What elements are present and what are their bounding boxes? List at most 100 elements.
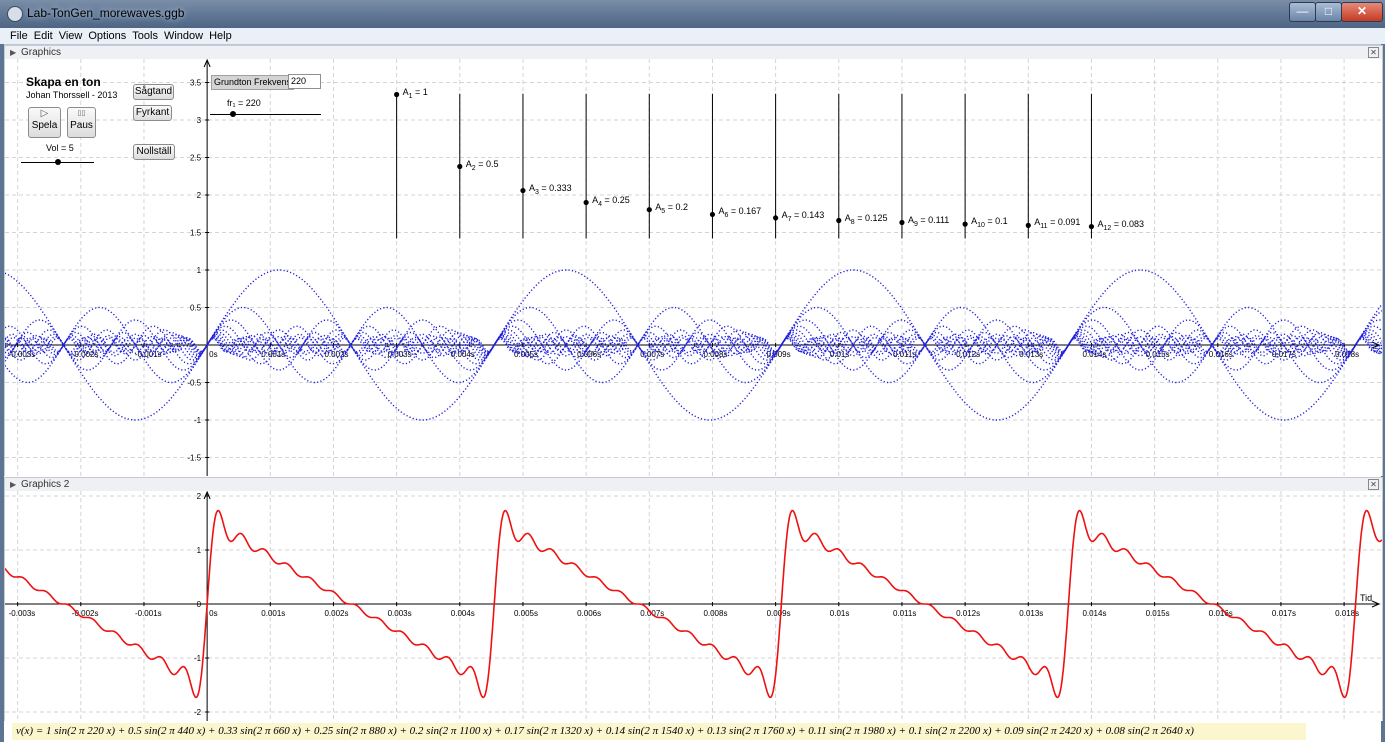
y-tick-label: 1 xyxy=(197,266,202,275)
pause-icon: ▯▯ xyxy=(77,110,86,117)
x-tick-label: 0.015s xyxy=(1146,609,1170,618)
x-tick-label: 0.001s xyxy=(261,609,285,618)
menu-tools[interactable]: Tools xyxy=(129,28,161,42)
formula-text: v(x) = 1 sin(2 π 220 x) + 0.5 sin(2 π 44… xyxy=(12,723,1306,740)
amplitude-label: A2 = 0.5 xyxy=(465,158,499,172)
y-tick-label: 3.5 xyxy=(190,79,202,88)
volume-slider-knob[interactable] xyxy=(54,159,61,165)
x-axis-label: Tid xyxy=(1360,593,1372,603)
y-tick-label: -1 xyxy=(194,416,202,425)
amplitude-label: A10 = 0.1 xyxy=(971,216,1008,229)
play-label: Spela xyxy=(31,120,58,131)
play-button[interactable]: ▷ Spela xyxy=(28,107,61,138)
x-tick-label: 0.003s xyxy=(388,609,412,618)
heading-text: Skapa en ton xyxy=(26,75,101,89)
graphics-panel-header: ▶ Graphics ✕ xyxy=(4,45,1383,60)
amplitude-slider-knob xyxy=(457,163,463,170)
frequency-caption: Grundton Frekvens xyxy=(211,75,295,90)
graphics-view[interactable]: -0.003s -0.002s -0.001s 0s 0.001s 0.002s 0.003… xyxy=(4,59,1383,476)
x-tick-label: 0s xyxy=(209,609,217,618)
x-tick-label: -0.002s xyxy=(72,609,99,618)
y-tick-label: -0.5 xyxy=(187,379,201,388)
x-tick-label: 0.012s xyxy=(956,609,980,618)
amplitude-label: A5 = 0.2 xyxy=(655,201,688,215)
x-tick-label: 0.004s xyxy=(451,609,475,618)
x-tick-label: 0.017s xyxy=(1272,609,1296,618)
pause-label: Paus xyxy=(70,120,93,131)
amplitude-slider-knob xyxy=(899,219,905,226)
x-tick-label: 0.002s xyxy=(324,609,348,618)
y-tick-label: 1 xyxy=(197,546,202,555)
x-tick-label: -0.003s xyxy=(9,609,36,618)
amplitude-label: A3 = 0.333 xyxy=(528,182,572,196)
x-tick-label: 0.008s xyxy=(703,609,727,618)
frequency-slider-label: fr₁ = 220 xyxy=(227,98,261,108)
pause-button[interactable]: ▯▯ Paus xyxy=(67,107,96,138)
amplitude-label: A9 = 0.111 xyxy=(907,214,950,228)
amplitude-slider-knob xyxy=(1088,223,1095,230)
amplitude-slider-knob xyxy=(836,217,842,224)
window-title: Lab-TonGen_morewaves.ggb xyxy=(27,6,185,20)
amplitude-label: A1 = 1 xyxy=(402,86,428,100)
amplitude-slider-knob xyxy=(583,199,589,206)
y-tick-label: 2.5 xyxy=(190,154,202,163)
graphics2-canvas[interactable]: -0.003s -0.002s -0.001s 0s 0.001s 0.002s 0.003… xyxy=(5,491,1382,721)
y-tick-label: 3 xyxy=(197,116,202,125)
x-tick-label: 0.013s xyxy=(1019,350,1043,359)
amplitude-slider-knob xyxy=(773,215,779,221)
square-wave-button[interactable]: Fyrkant xyxy=(133,105,172,121)
collapse-triangle-icon[interactable]: ▶ xyxy=(10,46,16,59)
x-tick-label: 0.011s xyxy=(893,609,916,618)
x-tick-label: 0.006s xyxy=(577,609,601,618)
x-tick-label: -0.001s xyxy=(135,609,162,618)
maximize-button[interactable]: □ xyxy=(1315,2,1342,22)
graphics2-view[interactable]: -0.003s -0.002s -0.001s 0s 0.001s 0.002s 0.003… xyxy=(4,491,1383,721)
amplitude-label: A11 = 0.091 xyxy=(1034,217,1081,231)
x-tick-label: 0.005s xyxy=(514,609,538,618)
graphics-panel-title: Graphics xyxy=(21,47,62,58)
amplitude-slider-knob xyxy=(520,187,526,194)
reset-button[interactable]: Nollställ xyxy=(133,144,175,160)
minimize-button[interactable]: — xyxy=(1289,2,1316,22)
y-tick-label: -2 xyxy=(194,708,202,717)
amplitude-label: A7 = 0.143 xyxy=(781,209,825,223)
amplitude-label: A4 = 0.25 xyxy=(592,194,630,208)
close-panel-icon[interactable]: ✕ xyxy=(1368,479,1379,490)
menu-edit[interactable]: Edit xyxy=(31,28,56,42)
amplitude-slider-knob xyxy=(1025,222,1031,228)
x-tick-label: 0.014s xyxy=(1082,609,1106,618)
frequency-input[interactable]: 220 xyxy=(288,74,321,89)
close-panel-icon[interactable]: ✕ xyxy=(1368,47,1379,58)
y-tick-label: 0.5 xyxy=(190,304,202,313)
x-tick-label: 0.01s xyxy=(830,609,850,618)
title-bar: Lab-TonGen_morewaves.ggb — □ ✕ xyxy=(0,0,1385,28)
close-button[interactable]: ✕ xyxy=(1341,2,1383,22)
amplitude-label: A6 = 0.167 xyxy=(718,206,762,220)
x-tick-label: 0.013s xyxy=(1019,609,1043,618)
menu-file[interactable]: File xyxy=(7,28,31,42)
frequency-slider-track xyxy=(210,114,321,115)
amplitude-slider-knob xyxy=(962,221,968,227)
menu-view[interactable]: View xyxy=(56,28,86,42)
amplitude-slider-knob xyxy=(394,91,400,98)
y-tick-label: -1 xyxy=(194,654,202,663)
menu-options[interactable]: Options xyxy=(85,28,129,42)
volume-label: Vol = 5 xyxy=(46,143,74,153)
geogebra-app-icon xyxy=(7,6,23,22)
graphics2-panel-title: Graphics 2 xyxy=(21,479,70,490)
y-tick-label: -1.5 xyxy=(187,454,201,463)
amplitude-slider-knob xyxy=(646,207,652,213)
menu-bar: File Edit View Options Tools Window Help xyxy=(0,28,1385,45)
menu-help[interactable]: Help xyxy=(206,28,235,42)
amplitude-slider-knob xyxy=(709,211,716,218)
collapse-triangle-icon[interactable]: ▶ xyxy=(10,478,16,491)
play-icon: ▷ xyxy=(40,108,49,119)
x-tick-label: 0.009s xyxy=(767,609,791,618)
menu-window[interactable]: Window xyxy=(161,28,206,42)
y-tick-label: 0 xyxy=(197,600,202,609)
sawtooth-button[interactable]: Sågtand xyxy=(133,84,174,100)
amplitude-label: A12 = 0.083 xyxy=(1097,218,1145,232)
amplitude-label: A8 = 0.125 xyxy=(844,212,888,226)
frequency-slider-knob[interactable] xyxy=(229,111,236,117)
graphics-canvas[interactable]: -0.003s -0.002s -0.001s 0s 0.001s 0.002s 0.003… xyxy=(5,59,1382,476)
